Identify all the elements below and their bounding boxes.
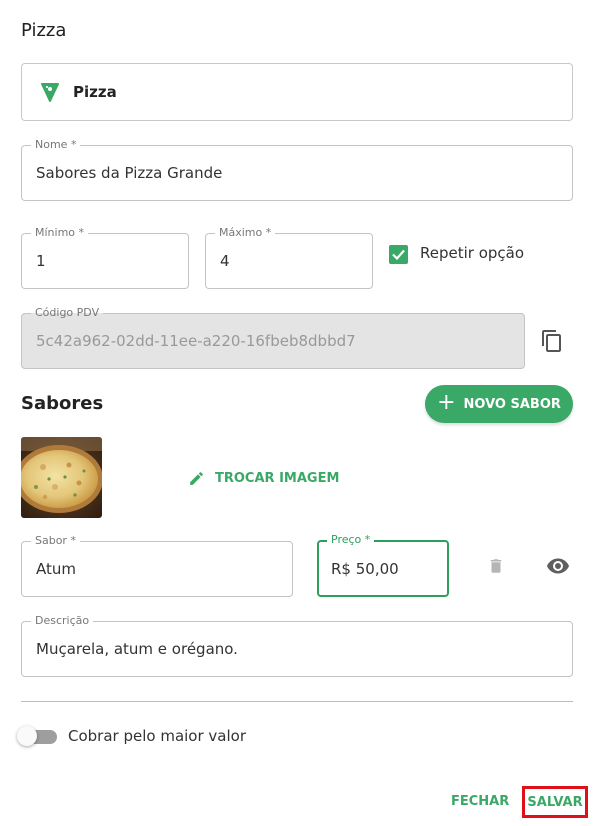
plus-icon: + xyxy=(437,390,456,415)
nome-value: Sabores da Pizza Grande xyxy=(36,164,223,182)
minimo-value: 1 xyxy=(36,252,46,270)
sabor-field[interactable]: Sabor * Atum xyxy=(21,534,293,597)
preco-value: R$ 50,00 xyxy=(331,559,399,578)
repetir-checkbox[interactable] xyxy=(389,245,408,264)
descricao-field[interactable]: Descrição Muçarela, atum e orégano. xyxy=(21,614,573,677)
cobrar-toggle[interactable] xyxy=(17,726,57,746)
divider xyxy=(21,701,573,702)
maximo-field[interactable]: Máximo * 4 xyxy=(205,226,373,289)
repetir-label: Repetir opção xyxy=(420,244,525,262)
check-icon xyxy=(392,249,405,261)
sabores-title: Sabores xyxy=(21,393,104,414)
pizza-slice-icon xyxy=(41,82,59,106)
preco-field[interactable]: Preço * R$ 50,00 xyxy=(317,533,449,597)
trocar-imagem-button[interactable]: TROCAR IMAGEM xyxy=(188,470,339,487)
descricao-value: Muçarela, atum e orégano. xyxy=(36,640,238,658)
page-title: Pizza xyxy=(21,20,67,41)
salvar-label: SALVAR xyxy=(527,794,583,810)
novo-sabor-button[interactable]: + NOVO SABOR xyxy=(425,385,573,423)
sabor-value: Atum xyxy=(36,560,76,578)
trash-icon[interactable] xyxy=(487,556,505,580)
pizza-image xyxy=(21,437,102,518)
type-selector-label: Pizza xyxy=(73,83,117,101)
minimo-field[interactable]: Mínimo * 1 xyxy=(21,226,189,289)
eye-icon[interactable] xyxy=(546,557,570,579)
codigo-pdv-value: 5c42a962-02dd-11ee-a220-16fbeb8dbbd7 xyxy=(36,332,356,350)
codigo-pdv-field: Código PDV 5c42a962-02dd-11ee-a220-16fbe… xyxy=(21,306,525,369)
cobrar-label: Cobrar pelo maior valor xyxy=(68,727,246,745)
nome-field[interactable]: Nome * Sabores da Pizza Grande xyxy=(21,138,573,201)
type-selector[interactable]: Pizza xyxy=(21,63,573,121)
maximo-value: 4 xyxy=(220,252,230,270)
salvar-button[interactable]: SALVAR xyxy=(522,786,588,818)
toggle-knob xyxy=(17,726,37,746)
pencil-icon xyxy=(190,472,203,485)
novo-sabor-label: NOVO SABOR xyxy=(463,396,561,412)
fechar-button[interactable]: FECHAR xyxy=(451,794,509,809)
copy-icon[interactable] xyxy=(540,329,564,357)
trocar-imagem-label: TROCAR IMAGEM xyxy=(215,471,340,486)
